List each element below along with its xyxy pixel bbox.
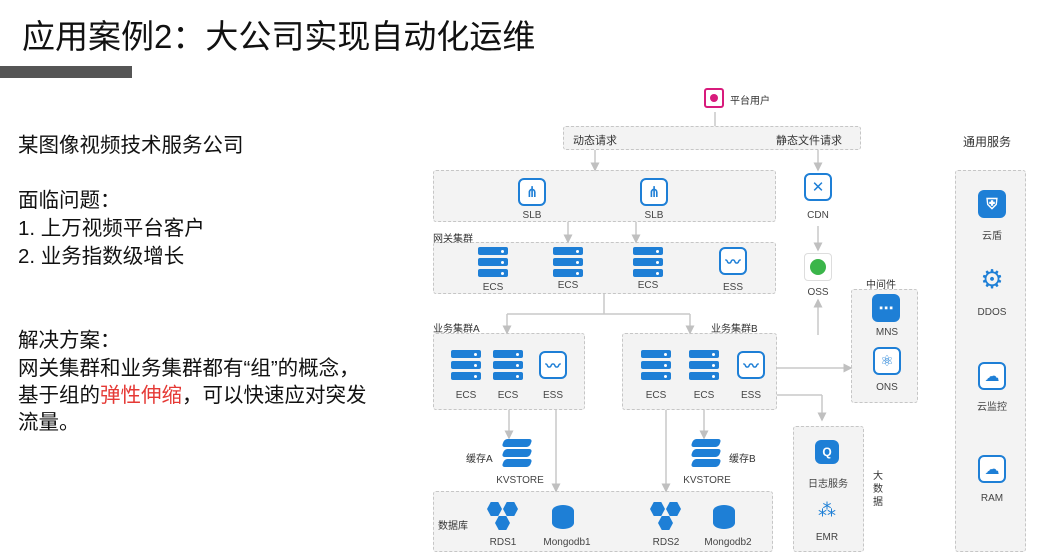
monitor-label: 云监控 [977, 402, 1007, 413]
mongodb2-label: Mongodb2 [704, 537, 752, 548]
gateway-cluster-label: 网关集群 [433, 234, 473, 245]
ecs-label: ECS [693, 390, 715, 401]
static-request-label: 静态文件请求 [776, 135, 842, 147]
solution-line-3: 流量。 [18, 411, 80, 434]
rds2-label: RDS2 [652, 537, 680, 548]
user-icon [704, 88, 724, 108]
oss-icon [804, 253, 832, 281]
ecs-label: ECS [497, 390, 519, 401]
ess-icon: 〰 [719, 247, 747, 275]
cache-b-label: 缓存B [729, 454, 756, 465]
slb-icon: ⋔ [640, 178, 668, 206]
middleware-label: 中间件 [866, 280, 896, 291]
rds1-label: RDS1 [489, 537, 517, 548]
mns-label: MNS [875, 327, 899, 338]
problem-item-1: 1. 上万视频平台客户 [18, 217, 205, 240]
mongodb-icon [552, 505, 574, 529]
ess-label: ESS [722, 282, 743, 293]
rds-icon [650, 502, 682, 532]
ecs-label: ECS [645, 390, 667, 401]
platform-user-label: 平台用户 [730, 96, 770, 107]
shield-icon: ⛨ [978, 190, 1006, 218]
page-title: 应用案例2：大公司实现自动化运维 [22, 18, 536, 55]
ecs-label: ECS [637, 280, 659, 291]
ecs-label: ECS [557, 280, 579, 291]
solution-line-2-post: ，可以快速应对突发 [182, 384, 367, 407]
solution-line-2-pre: 基于组的 [18, 384, 100, 407]
kvstore-icon [500, 439, 534, 467]
biz-cluster-b-label: 业务集群B [711, 324, 758, 335]
solution-highlight: 弹性伸缩 [100, 384, 182, 407]
title-underline-bar [0, 66, 132, 78]
cache-a-label: 缓存A [466, 454, 493, 465]
ons-label: ONS [876, 382, 898, 393]
cloud-monitor-icon: ☁ [978, 362, 1006, 390]
log-service-icon: Q [815, 440, 839, 464]
ess-label: ESS [542, 390, 563, 401]
kvstore-b-label: KVSTORE [683, 475, 731, 486]
kvstore-a-label: KVSTORE [496, 475, 544, 486]
shield-label: 云盾 [982, 231, 1002, 242]
solution-line-2: 基于组的弹性伸缩，可以快速应对突发 [18, 383, 367, 409]
problem-item-2: 2. 业务指数级增长 [18, 245, 185, 268]
ecs-icon [633, 247, 663, 277]
ecs-icon [451, 350, 481, 380]
common-services-title: 通用服务 [963, 135, 1012, 149]
kvstore-icon [689, 439, 723, 467]
ess-icon: 〰 [737, 351, 765, 379]
ram-label: RAM [980, 493, 1004, 504]
company-name: 某图像视频技术服务公司 [18, 134, 244, 157]
log-service-label: 日志服务 [808, 479, 848, 490]
ecs-label: ECS [482, 282, 504, 293]
dynamic-request-label: 动态请求 [573, 135, 617, 147]
ess-icon: 〰 [539, 351, 567, 379]
database-label: 数据库 [438, 521, 468, 532]
slb-box [433, 170, 776, 222]
biz-cluster-a-label: 业务集群A [433, 324, 480, 335]
slb-label-1: SLB [522, 210, 542, 221]
ram-icon: ☁ [978, 455, 1006, 483]
ecs-icon [553, 247, 583, 277]
mns-icon: ⋯ [872, 294, 900, 322]
big-data-label: 大数据 [873, 471, 883, 508]
slb-label-2: SLB [644, 210, 664, 221]
gear-icon: ⚙ [980, 264, 1004, 294]
solution-heading: 解决方案： [18, 329, 121, 352]
slb-icon: ⋔ [518, 178, 546, 206]
mongodb1-label: Mongodb1 [543, 537, 591, 548]
ecs-icon [689, 350, 719, 380]
ecs-label: ECS [455, 390, 477, 401]
ess-label: ESS [740, 390, 761, 401]
ecs-icon [641, 350, 671, 380]
cdn-icon: ✕ [804, 173, 832, 201]
ddos-label: DDOS [977, 307, 1007, 318]
cdn-label: CDN [807, 210, 829, 221]
problems-heading: 面临问题： [18, 189, 121, 212]
emr-label: EMR [815, 532, 839, 543]
oss-label: OSS [807, 287, 829, 298]
mongodb-icon [713, 505, 735, 529]
ons-icon: ⚛ [873, 347, 901, 375]
rds-icon [487, 502, 519, 532]
ecs-icon [493, 350, 523, 380]
solution-line-1: 网关集群和业务集群都有“组”的概念， [18, 357, 360, 380]
emr-icon: ⁂ [818, 500, 836, 520]
ecs-icon [478, 247, 508, 277]
